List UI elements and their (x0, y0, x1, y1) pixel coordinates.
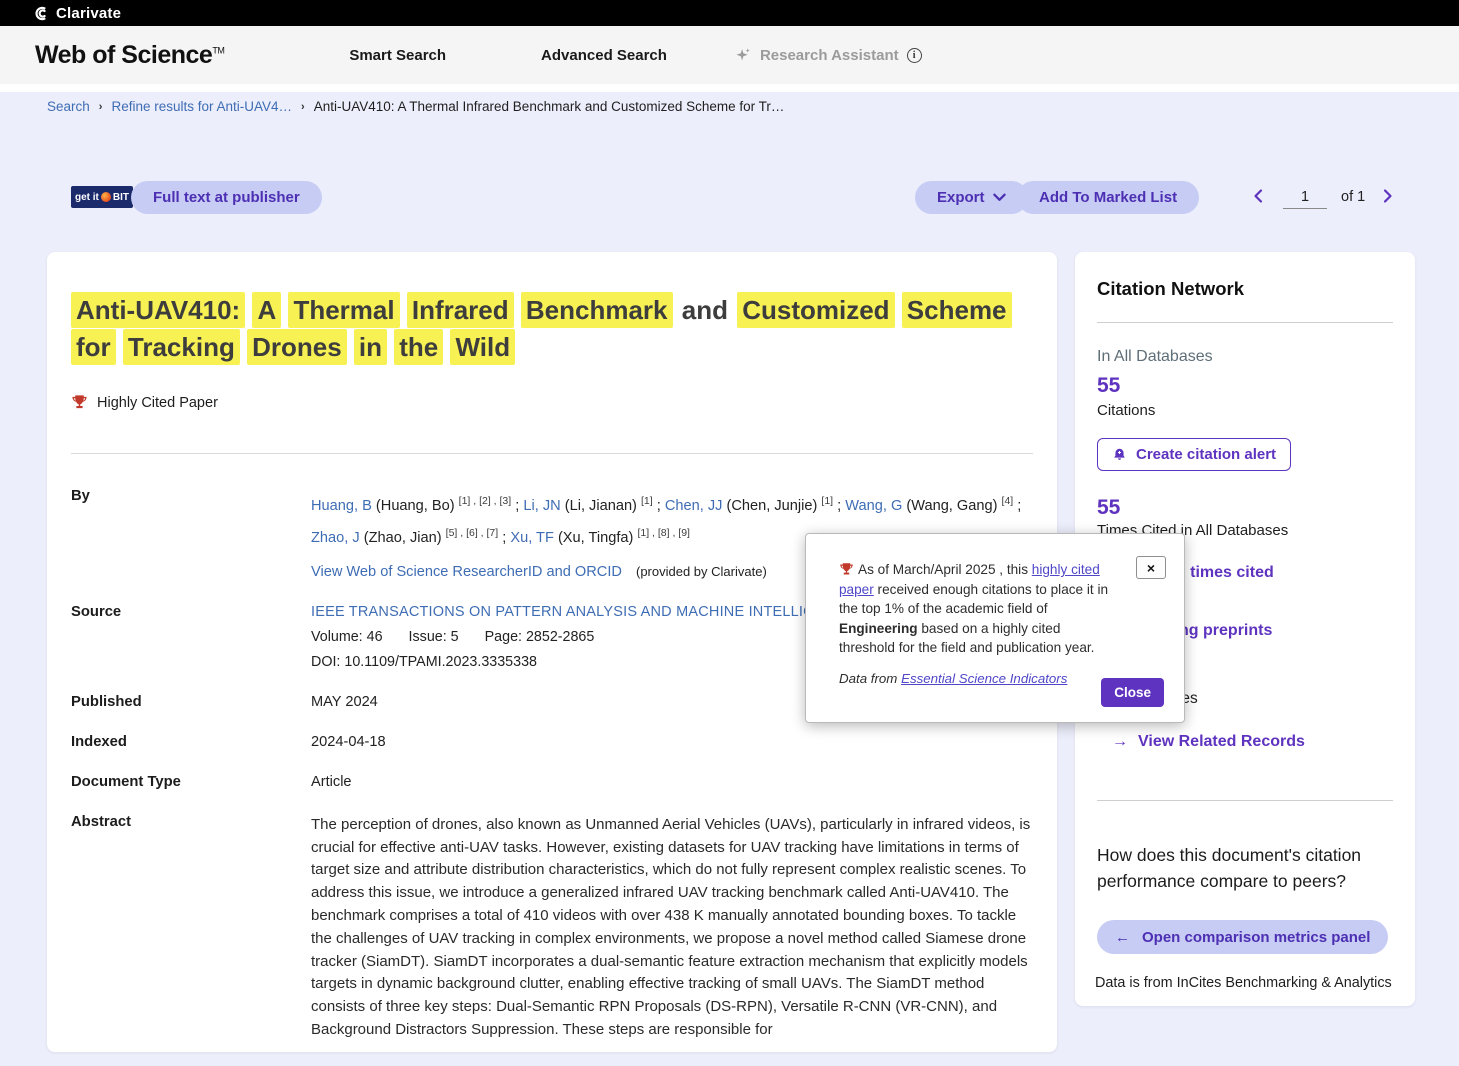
export-label: Export (937, 189, 985, 206)
author-affiliation-superscript[interactable]: [1] (641, 495, 653, 507)
sparkle-icon (735, 47, 752, 64)
abstract-text: The perception of drones, also known as … (311, 814, 1033, 1042)
breadcrumb: Search › Refine results for Anti-UAV4… ›… (47, 99, 784, 114)
research-assistant-label: Research Assistant (760, 47, 899, 64)
popup-text-before: As of March/April 2025 , this (858, 562, 1032, 577)
doc-type-value: Article (311, 774, 1033, 790)
popup-text-middle: received enough citations to place it in… (839, 582, 1108, 617)
wos-logo-text: Web of Science (35, 41, 212, 69)
arrow-left-icon: ← (1115, 929, 1130, 946)
author-affiliation-superscript[interactable]: [1] , [8] , [9] (637, 527, 690, 539)
tab-advanced-search[interactable]: Advanced Search (541, 47, 667, 64)
popup-text: As of March/April 2025 , this highly cit… (839, 560, 1119, 658)
view-related-records-label: View Related Records (1138, 733, 1305, 751)
field-label-abstract: Abstract (71, 814, 311, 1042)
highly-cited-badge: Highly Cited Paper (97, 395, 218, 411)
essential-science-indicators-link[interactable]: Essential Science Indicators (901, 671, 1067, 686)
add-to-marked-list-button[interactable]: Add To Marked List (1017, 181, 1199, 214)
author-link[interactable]: Wang, G (845, 498, 902, 514)
author-link[interactable]: Zhao, J (311, 530, 360, 546)
info-icon[interactable]: i (907, 48, 922, 63)
divider (1097, 322, 1393, 323)
citations-label: Citations (1097, 402, 1155, 419)
pagination: of 1 (1251, 185, 1397, 209)
export-button[interactable]: Export (915, 181, 1028, 214)
page-range: Page: 2852-2865 (485, 629, 595, 645)
citation-network-title: Citation Network (1097, 278, 1244, 300)
volume: Volume: 46 (311, 629, 383, 645)
data-from-label: Data from (839, 671, 901, 686)
highly-cited-row: Highly Cited Paper (71, 394, 1033, 411)
times-cited-count: 55 (1097, 496, 1120, 520)
field-label-source: Source (71, 604, 311, 670)
paper-title: Anti-UAV410: A Thermal Infrared Benchmar… (71, 292, 1033, 366)
breadcrumb-separator-icon: › (99, 101, 103, 113)
previous-page-icon[interactable] (1251, 188, 1269, 206)
author-affiliation-superscript[interactable]: [1] (821, 495, 833, 507)
view-related-records-link[interactable]: → View Related Records (1112, 733, 1305, 751)
breadcrumb-separator-icon: › (301, 101, 305, 113)
app-header: Web of ScienceTM Smart Search Advanced S… (0, 26, 1459, 84)
divider (1097, 800, 1393, 801)
field-label-indexed: Indexed (71, 734, 311, 750)
popup-field-name: Engineering (839, 621, 918, 636)
trophy-icon (839, 562, 854, 577)
field-indexed: Indexed 2024-04-18 (71, 734, 1033, 750)
field-doc-type: Document Type Article (71, 774, 1033, 790)
breadcrumb-refine-results[interactable]: Refine results for Anti-UAV4… (111, 99, 292, 114)
clarivate-mark-icon (34, 6, 49, 21)
research-assistant[interactable]: Research Assistant i (735, 47, 922, 64)
next-page-icon[interactable] (1379, 188, 1397, 206)
get-it-bit-badge[interactable]: get it BIT (71, 186, 133, 208)
journal-link[interactable]: IEEE TRANSACTIONS ON PATTERN ANALYSIS AN… (311, 604, 856, 620)
author-affiliation-superscript[interactable]: [1] , [2] , [3] (459, 495, 512, 507)
create-citation-alert-button[interactable]: Create citation alert (1097, 438, 1291, 471)
author-affiliation-superscript[interactable]: [4] (1002, 495, 1014, 507)
web-of-science-logo[interactable]: Web of ScienceTM (35, 41, 224, 70)
clarivate-logo-text: Clarivate (56, 5, 121, 22)
field-label-doc-type: Document Type (71, 774, 311, 790)
indexed-value: 2024-04-18 (311, 734, 1033, 750)
author-link[interactable]: Li, JN (523, 498, 560, 514)
chevron-down-icon (993, 193, 1006, 202)
record-toolbar: get it BIT Full text at publisher Export… (71, 181, 1411, 214)
getit-logo-icon (101, 192, 111, 202)
issue: Issue: 5 (409, 629, 459, 645)
provided-by-clarivate: (provided by Clarivate) (636, 564, 767, 579)
incites-note: Data is from InCites Benchmarking & Anal… (1095, 975, 1392, 991)
comparison-heading: How does this document's citation perfor… (1097, 842, 1365, 894)
popup-close-button[interactable]: Close (1101, 678, 1164, 707)
getit-suffix: BIT (113, 192, 129, 203)
researcherid-orcid-link[interactable]: View Web of Science ResearcherID and ORC… (311, 564, 622, 580)
clarivate-topbar: Clarivate (0, 0, 1459, 26)
open-comparison-metrics-button[interactable]: ← Open comparison metrics panel (1097, 920, 1388, 954)
divider (71, 453, 1033, 454)
field-label-by: By (71, 488, 311, 580)
highly-cited-popup: × As of March/April 2025 , this highly c… (805, 533, 1185, 723)
field-abstract: Abstract The perception of drones, also … (71, 814, 1033, 1042)
breadcrumb-search[interactable]: Search (47, 99, 90, 114)
author-affiliation-superscript[interactable]: [5] , [6] , [7] (446, 527, 499, 539)
create-citation-alert-label: Create citation alert (1136, 446, 1276, 463)
citation-scope: In All Databases (1097, 348, 1213, 366)
author-link[interactable]: Huang, B (311, 498, 372, 514)
close-icon[interactable]: × (1136, 556, 1166, 579)
open-comparison-metrics-label: Open comparison metrics panel (1142, 929, 1370, 946)
getit-prefix: get it (75, 192, 99, 203)
bell-icon (1112, 447, 1127, 463)
page-of-label: of 1 (1341, 189, 1365, 205)
author-link[interactable]: Xu, TF (510, 530, 554, 546)
wos-trademark: TM (212, 45, 224, 55)
full-text-at-publisher-button[interactable]: Full text at publisher (131, 181, 322, 214)
trophy-icon (71, 394, 88, 411)
author-link[interactable]: Chen, JJ (665, 498, 723, 514)
citations-count: 55 (1097, 374, 1120, 398)
clarivate-logo[interactable]: Clarivate (34, 5, 121, 22)
breadcrumb-current-page: Anti-UAV410: A Thermal Infrared Benchmar… (314, 99, 785, 114)
arrow-right-icon: → (1112, 733, 1128, 751)
tab-smart-search[interactable]: Smart Search (349, 47, 446, 64)
page-number-input[interactable] (1283, 185, 1327, 209)
field-label-published: Published (71, 694, 311, 710)
